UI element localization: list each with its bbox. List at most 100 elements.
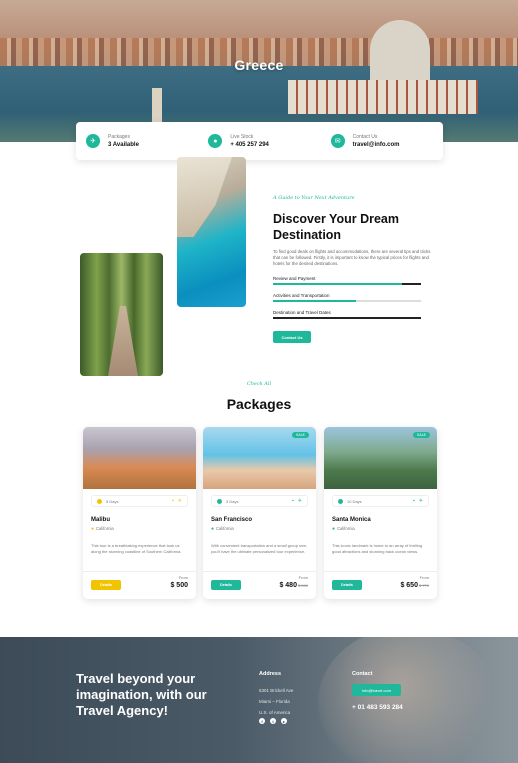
package-name: Santa Monica	[332, 517, 371, 523]
coast-cliff	[177, 157, 232, 237]
package-location-text: California	[96, 526, 114, 531]
facebook-icon[interactable]: f	[259, 718, 265, 724]
packages-title: Packages	[226, 396, 292, 412]
package-duration: 5 Days	[106, 498, 119, 504]
details-button[interactable]: Details	[211, 580, 241, 590]
plane-icon: ✈	[86, 134, 100, 148]
package-image-beach-child: SALE	[203, 427, 316, 489]
package-card-malibu[interactable]: 5 Days ▪ ✈ Malibu ● California This tour …	[83, 427, 196, 599]
location-pin-icon: ●	[211, 526, 215, 532]
package-location: ● California	[332, 526, 429, 532]
location-pin-icon: ●	[332, 526, 336, 532]
microphone-icon: ●	[208, 134, 223, 148]
info-label: Packages	[108, 134, 130, 140]
progress-label: Review and Payment	[273, 276, 316, 281]
package-location-text: California	[337, 526, 355, 531]
twitter-icon[interactable]: t	[270, 718, 276, 724]
package-description: With convenient transportation and a sma…	[211, 543, 308, 554]
old-price: $ 770	[418, 583, 429, 588]
hero-palazzo	[288, 80, 478, 114]
info-packages: ✈ Packages 3 Available	[76, 122, 198, 160]
progress-activities-transport: Activities and Transportation	[273, 293, 421, 302]
info-contact: ✉ Contact Us travel@info.com	[321, 122, 443, 160]
sale-badge: SALE	[292, 432, 309, 438]
package-price: $ 650$ 770	[400, 582, 429, 589]
location-pin-icon: ●	[91, 526, 95, 532]
info-live-stock: ● Live Stock + 405 257 294	[198, 122, 320, 160]
package-price: $ 500	[170, 582, 188, 589]
clock-icon	[217, 498, 222, 504]
price-value: $ 480	[279, 582, 297, 589]
address-block: 5301 Brickell Ave Miami – Florida U.S. o…	[259, 685, 293, 718]
footer: Travel beyond your imagination, with our…	[0, 637, 518, 763]
price-value: $ 650	[400, 582, 418, 589]
hero-title: Greece	[234, 57, 284, 73]
package-duration: 10 Days	[347, 498, 362, 504]
package-name: San Francisco	[211, 517, 253, 523]
hotel-icon: ▪	[172, 498, 174, 504]
package-image-paris	[83, 427, 196, 489]
info-email-link[interactable]: travel@info.com	[353, 142, 400, 148]
address-line: 5301 Brickell Ave	[259, 688, 294, 693]
package-footer: Details From $ 500	[83, 571, 196, 599]
plane-small-icon: ✈	[297, 498, 302, 504]
progress-destination-dates: Destination and Travel Dates	[273, 310, 421, 319]
package-name: Malibu	[91, 517, 110, 523]
package-meta: 3 Days ▪ ✈	[211, 495, 308, 507]
progress-fill	[273, 300, 356, 302]
package-description: This iconic landmark is home to an array…	[332, 543, 423, 554]
plane-small-icon: ✈	[418, 498, 423, 504]
package-footer: Details From $ 480$ 560	[203, 571, 316, 599]
package-duration: 3 Days	[226, 498, 239, 504]
footer-phone: + 01 483 593 284	[352, 704, 403, 711]
info-value: 3 Available	[108, 142, 139, 148]
clock-icon	[338, 498, 343, 504]
package-card-santa-monica[interactable]: SALE 10 Days ▪ ✈ Santa Monica ● Californi…	[324, 427, 437, 599]
info-label: Live Stock	[230, 134, 254, 140]
package-location: ● California	[91, 526, 188, 532]
details-button[interactable]: Details	[332, 580, 362, 590]
package-meta: 10 Days ▪ ✈	[332, 495, 429, 507]
coast-photo	[177, 157, 246, 307]
clock-icon	[97, 498, 102, 504]
address-heading: Address	[259, 671, 282, 677]
youtube-icon[interactable]: ▸	[281, 718, 287, 724]
packages-eyebrow: Check All	[246, 381, 272, 387]
package-card-san-francisco[interactable]: SALE 3 Days ▪ ✈ San Francisco ● Californi…	[203, 427, 316, 599]
footer-background-photo	[318, 637, 498, 763]
intro-description: To find good deals on flights and accomm…	[273, 249, 431, 266]
intro-tagline: A Guide to Your Next Adventure	[273, 195, 355, 201]
mail-icon: ✉	[330, 134, 345, 148]
hero-tower	[152, 88, 162, 122]
progress-label: Activities and Transportation	[273, 293, 330, 298]
address-line: U.S. of America	[259, 710, 291, 715]
plane-small-icon: ✈	[177, 498, 182, 504]
contact-us-button[interactable]: Contact Us	[273, 331, 311, 343]
intro-title: Discover Your Dream Destination	[273, 212, 399, 242]
bamboo-forest-photo	[80, 253, 163, 376]
hotel-icon: ▪	[292, 498, 294, 504]
progress-label: Destination and Travel Dates	[273, 310, 331, 315]
details-button[interactable]: Details	[91, 580, 121, 590]
package-footer: Details From $ 650$ 770	[324, 571, 437, 599]
hero-banner: Greece	[0, 0, 518, 142]
progress-review-payment: Review and Payment	[273, 276, 421, 285]
progress-track	[273, 283, 421, 285]
info-bar: ✈ Packages 3 Available ● Live Stock + 40…	[76, 122, 443, 160]
price-from-label: From	[419, 575, 429, 580]
price-from-label: From	[298, 575, 308, 580]
bamboo-path	[108, 306, 138, 376]
price-from-label: From	[178, 575, 188, 580]
progress-fill	[273, 317, 421, 319]
old-price: $ 560	[297, 583, 308, 588]
progress-fill	[273, 283, 402, 285]
footer-email-button[interactable]: info@travel.com	[352, 684, 401, 696]
price-value: $ 500	[170, 582, 188, 589]
info-label: Contact Us	[352, 134, 378, 140]
package-meta: 5 Days ▪ ✈	[91, 495, 188, 507]
footer-title: Travel beyond your imagination, with our…	[76, 671, 207, 718]
package-location-text: California	[216, 526, 234, 531]
package-price: $ 480$ 560	[279, 582, 308, 589]
progress-track	[273, 300, 421, 302]
hotel-icon: ▪	[413, 498, 415, 504]
